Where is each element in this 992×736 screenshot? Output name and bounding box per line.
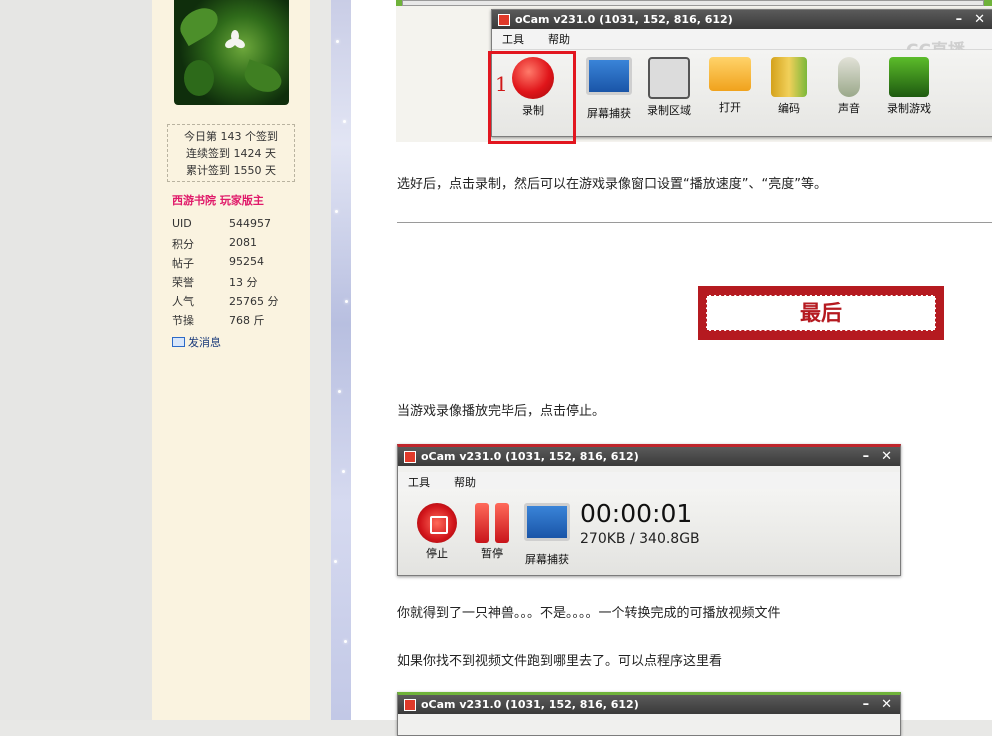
close-icon[interactable]: ✕ — [881, 695, 892, 714]
encode-icon — [771, 57, 807, 97]
encode-button[interactable]: 编码 — [760, 57, 818, 116]
close-icon[interactable]: ✕ — [881, 447, 892, 466]
screen-capture-label: 屏幕捕获 — [587, 107, 631, 120]
stop-icon — [417, 503, 457, 543]
menu-tools[interactable]: 工具 — [408, 474, 430, 490]
user-sidebar — [152, 0, 310, 720]
step-number: 1 — [495, 72, 508, 96]
menu-help[interactable]: 帮助 — [548, 31, 570, 47]
pause-label: 暂停 — [481, 547, 503, 560]
minimize-icon[interactable]: – — [956, 10, 963, 29]
recording-timer: 00:00:01 — [580, 499, 693, 528]
stat-value-integrity: 768 斤 — [229, 314, 265, 327]
open-label: 打开 — [719, 101, 741, 114]
left-gutter — [0, 0, 152, 720]
sign-total: 累计签到 1550 天 — [186, 164, 276, 177]
folder-icon — [709, 57, 751, 91]
screen-capture-button[interactable]: 屏幕捕获 — [580, 57, 638, 121]
ocam3-app-icon — [404, 698, 416, 711]
screen-capture-button-2[interactable]: 屏幕捕获 — [520, 503, 574, 567]
sound-label: 声音 — [838, 102, 860, 115]
stat-value-points: 2081 — [229, 236, 257, 249]
region-icon — [648, 57, 690, 99]
menu-help[interactable]: 帮助 — [454, 474, 476, 490]
record-region-button[interactable]: 录制区域 — [640, 57, 698, 118]
stat-value-uid: 544957 — [229, 217, 271, 230]
section-banner: 最后 — [698, 286, 944, 340]
ocam3-titlebar: oCam v231.0 (1031, 152, 816, 612) – ✕ — [398, 695, 900, 714]
record-region-label: 录制区域 — [647, 104, 691, 117]
send-message-link[interactable]: 发消息 — [172, 334, 221, 350]
stat-label-integrity: 节操 — [172, 314, 194, 327]
sign-in-stats: 今日第 143 个签到 连续签到 1424 天 累计签到 1550 天 — [167, 124, 295, 182]
pause-button[interactable]: 暂停 — [470, 503, 514, 561]
stop-label: 停止 — [426, 547, 448, 560]
record-game-label: 录制游戏 — [887, 102, 931, 115]
record-highlight-box — [488, 51, 576, 144]
sign-streak: 连续签到 1424 天 — [186, 147, 276, 160]
minimize-icon[interactable]: – — [863, 695, 870, 714]
stat-value-honor: 13 分 — [229, 276, 258, 289]
mail-icon — [172, 337, 185, 347]
record-game-button[interactable]: 录制游戏 — [880, 57, 938, 116]
stat-label-popularity: 人气 — [172, 295, 194, 308]
sign-today: 今日第 143 个签到 — [184, 130, 278, 143]
close-icon[interactable]: ✕ — [974, 10, 985, 29]
stat-label-posts: 帖子 — [172, 257, 194, 270]
send-message-label: 发消息 — [188, 336, 221, 349]
ocam3-title: oCam v231.0 (1031, 152, 816, 612) — [421, 698, 639, 711]
stat-label-honor: 荣誉 — [172, 276, 194, 289]
ocam2-titlebar: oCam v231.0 (1031, 152, 816, 612) – ✕ — [398, 447, 900, 466]
recording-size: 270KB / 340.8GB — [580, 531, 700, 547]
monitor-icon — [586, 57, 632, 95]
open-button[interactable]: 打开 — [701, 57, 759, 115]
ocam2-app-icon — [404, 450, 416, 463]
game-icon — [889, 57, 929, 97]
ocam-titlebar: oCam v231.0 (1031, 152, 816, 612) – ✕ — [492, 10, 992, 29]
pause-icon — [472, 503, 512, 543]
paragraph-stop: 当游戏录像播放完毕后，点击停止。 — [397, 404, 606, 419]
microphone-icon — [838, 57, 860, 97]
encode-label: 编码 — [778, 102, 800, 115]
paragraph-result: 你就得到了一只神兽。。。不是。。。。一个转换完成的可播放视频文件 — [397, 606, 781, 621]
stat-value-posts: 95254 — [229, 255, 264, 268]
ocam-window-3: oCam v231.0 (1031, 152, 816, 612) – ✕ — [397, 692, 901, 736]
screen-capture-label-2: 屏幕捕获 — [525, 553, 569, 566]
ocam-app-icon — [498, 13, 510, 26]
flower-image — [223, 30, 247, 50]
stat-label-points: 积分 — [172, 238, 194, 251]
paragraph-settings: 选好后，点击录制，然后可以在游戏录像窗口设置“播放速度”、“亮度”等。 — [397, 177, 827, 192]
decorative-strip — [331, 0, 351, 720]
stat-value-popularity: 25765 分 — [229, 295, 279, 308]
previous-window-edge — [396, 0, 992, 6]
minimize-icon[interactable]: – — [863, 447, 870, 466]
monitor-icon — [524, 503, 570, 541]
sound-button[interactable]: 声音 — [820, 57, 878, 116]
ocam-title: oCam v231.0 (1031, 152, 816, 612) — [515, 13, 733, 26]
menu-tools[interactable]: 工具 — [502, 31, 524, 47]
stop-button[interactable]: 停止 — [414, 503, 460, 561]
ocam2-title: oCam v231.0 (1031, 152, 816, 612) — [421, 450, 639, 463]
divider — [397, 222, 992, 223]
paragraph-find-file: 如果你找不到视频文件跑到哪里去了。可以点程序这里看 — [397, 654, 723, 669]
avatar[interactable] — [174, 0, 289, 105]
banner-title: 最后 — [706, 295, 936, 331]
stat-label-uid: UID — [172, 217, 192, 230]
username[interactable]: 西游书院 玩家版主 — [172, 192, 264, 208]
